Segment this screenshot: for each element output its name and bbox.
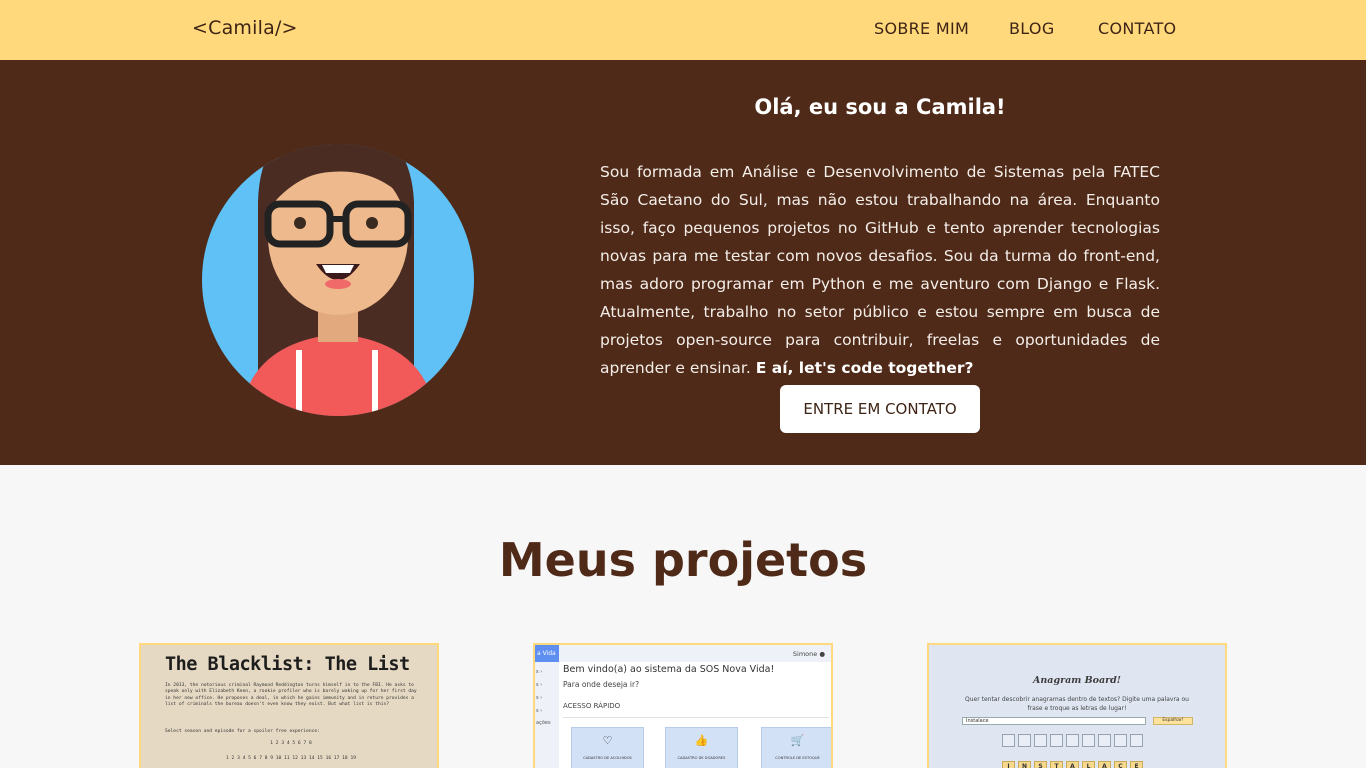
- sos-tile-estoque: 🛒 CONTROLE DE ESTOQUE: [761, 727, 831, 768]
- sos-sidebar-item: s ›: [536, 708, 543, 714]
- anagram-shuffle-button: Espalhar!: [1153, 717, 1193, 725]
- hero-description-text: Sou formada em Análise e Desenvolvimento…: [600, 163, 1160, 377]
- blacklist-prompt: Select season and episode for a spoiler …: [165, 729, 320, 734]
- blacklist-episode-selector: 1 2 3 4 5 6 7 8 9 10 11 12 13 14 15 16 1…: [226, 756, 356, 761]
- sos-divider: [563, 717, 829, 718]
- sos-tile-label: CONTROLE DE ESTOQUE: [775, 756, 820, 760]
- sos-topbar: Simone ●: [559, 645, 831, 662]
- anagram-slot: [1114, 734, 1127, 747]
- anagram-slot: [1034, 734, 1047, 747]
- anagram-slot: [1098, 734, 1111, 747]
- anagram-letter-tile: N: [1018, 761, 1031, 768]
- anagram-slot: [1050, 734, 1063, 747]
- projects-title: Meus projetos: [498, 533, 868, 587]
- sos-sidebar-item: ações: [536, 720, 551, 726]
- blacklist-description: In 2013, the notorious criminal Raymond …: [165, 683, 417, 707]
- anagram-letter-tile: S: [1034, 761, 1047, 768]
- hero-description-emphasis: E aí, let's code together?: [755, 359, 974, 377]
- anagram-letter-tile: A: [1066, 761, 1079, 768]
- sos-quick-access: ACESSO RÁPIDO: [563, 702, 621, 710]
- sos-welcome: Bem vindo(a) ao sistema da SOS Nova Vida…: [563, 664, 775, 675]
- avatar-illustration: [202, 144, 474, 416]
- anagram-slot: [1002, 734, 1015, 747]
- anagram-letter-tile: C: [1114, 761, 1127, 768]
- anagram-letter-tile: E: [1130, 761, 1143, 768]
- anagram-slot: [1066, 734, 1079, 747]
- sos-tile-acolhidos: ♡ CADASTRO DE ACOLHIDOS: [571, 727, 644, 768]
- hero-title: Olá, eu sou a Camila!: [754, 95, 1006, 119]
- sos-sidebar-item: s ›: [536, 695, 543, 701]
- top-navbar: <Camila/> SOBRE MIM BLOG CONTATO: [0, 0, 1366, 60]
- anagram-input: Instalace: [962, 717, 1146, 725]
- sos-sidebar: a Vida s › s › s › s › ações: [535, 645, 559, 768]
- anagram-slot: [1018, 734, 1031, 747]
- sos-sidebar-header: a Vida: [535, 645, 559, 662]
- sos-tile-label: CADASTRO DE DOADORES: [677, 756, 726, 760]
- hero-section: Olá, eu sou a Camila! Sou formada em Aná…: [0, 60, 1366, 465]
- user-icon: ●: [819, 650, 825, 658]
- anagram-letter-tile: L: [1082, 761, 1095, 768]
- project-card-anagram-board[interactable]: Anagram Board! Quer tentar descobrir ana…: [927, 643, 1227, 768]
- hero-description: Sou formada em Análise e Desenvolvimento…: [600, 158, 1160, 382]
- anagram-slot: [1130, 734, 1143, 747]
- project-card-sos-nova-vida[interactable]: a Vida s › s › s › s › ações Simone ● Be…: [533, 643, 833, 768]
- anagram-letter-tile: T: [1050, 761, 1063, 768]
- thumbs-up-icon: 👍: [694, 734, 709, 747]
- sos-sidebar-item: s ›: [536, 669, 543, 675]
- contact-button[interactable]: ENTRE EM CONTATO: [780, 385, 980, 433]
- site-logo[interactable]: <Camila/>: [192, 17, 298, 39]
- cart-icon: 🛒: [790, 734, 805, 747]
- nav-link-contato[interactable]: CONTATO: [1098, 19, 1176, 38]
- anagram-title: Anagram Board!: [1033, 675, 1121, 686]
- sos-sidebar-item: s ›: [536, 682, 543, 688]
- nav-link-blog[interactable]: BLOG: [1009, 19, 1055, 38]
- anagram-description: Quer tentar descobrir anagramas dentro d…: [965, 696, 1189, 712]
- anagram-slot: [1082, 734, 1095, 747]
- anagram-letter-tile: A: [1098, 761, 1111, 768]
- nav-link-sobre-mim[interactable]: SOBRE MIM: [874, 19, 969, 38]
- blacklist-season-selector: 1 2 3 4 5 6 7 8: [270, 741, 312, 746]
- sos-tile-label: CADASTRO DE ACOLHIDOS: [583, 756, 632, 760]
- project-card-blacklist[interactable]: The Blacklist: The List In 2013, the not…: [139, 643, 439, 768]
- sos-user-name: Simone ●: [793, 650, 825, 658]
- sos-tile-doadores: 👍 CADASTRO DE DOADORES: [665, 727, 738, 768]
- sos-user-label: Simone: [792, 650, 818, 658]
- blacklist-title: The Blacklist: The List: [165, 654, 410, 675]
- anagram-letter-tile: I: [1002, 761, 1015, 768]
- sos-question: Para onde deseja ir?: [563, 680, 640, 689]
- heart-icon: ♡: [602, 734, 613, 747]
